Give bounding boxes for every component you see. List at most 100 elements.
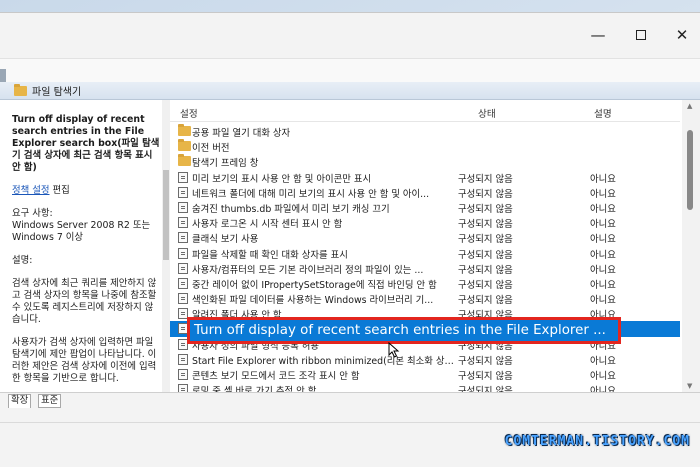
row-description: 아니요	[590, 234, 616, 246]
description-scrollbar[interactable]	[162, 100, 170, 392]
row-description: 아니요	[590, 279, 616, 291]
tab-standard[interactable]: 표준	[38, 394, 62, 408]
highlighted-selected-setting[interactable]: Turn off display of recent search entrie…	[187, 317, 621, 344]
table-row[interactable]: 네트워크 폴더에 대해 미리 보기의 표시 사용 안 함 및 아이... 구성되지…	[170, 185, 680, 200]
policy-setting-icon	[178, 186, 188, 198]
policy-setting-icon	[178, 353, 188, 365]
policy-setting-icon	[178, 217, 188, 229]
requirements-label: 요구 사항:	[12, 208, 53, 219]
row-state: 구성되지 않음	[458, 295, 513, 307]
settings-scroll-thumb[interactable]	[687, 130, 693, 210]
row-state: 구성되지 않음	[458, 219, 513, 231]
policy-settings-link[interactable]: 정책 설정	[12, 185, 49, 196]
folder-icon	[178, 124, 191, 136]
table-row[interactable]: 파일을 삭제할 때 확인 대화 상자를 표시 구성되지 않음 아니요	[170, 246, 680, 261]
row-description: 아니요	[590, 295, 616, 307]
table-row[interactable]: Start File Explorer with ribbon minimize…	[170, 352, 680, 367]
description-scroll-thumb[interactable]	[163, 170, 169, 260]
row-setting-name: Start File Explorer with ribbon minimize…	[192, 355, 454, 367]
table-row[interactable]: 미리 보기의 표시 사용 안 함 및 아이콘만 표시 구성되지 않음 아니요	[170, 170, 680, 185]
table-row[interactable]: 중간 레이어 없이 IPropertySetStorage에 직접 바인딩 안 …	[170, 276, 680, 291]
policy-setting-icon	[178, 171, 188, 183]
policy-edit-row: 정책 설정 편집	[12, 185, 161, 197]
row-state: 구성되지 않음	[458, 371, 513, 382]
table-row[interactable]: 콘텐츠 보기 모드에서 코드 조각 표시 안 함 구성되지 않음 아니요	[170, 367, 680, 382]
folder-title: 파일 탐색기	[32, 87, 82, 98]
table-row[interactable]: 클래식 보기 사용 구성되지 않음 아니요	[170, 230, 680, 245]
mouse-cursor-icon	[388, 342, 400, 358]
column-header-setting[interactable]: 설정	[180, 106, 198, 120]
policy-setting-icon	[178, 293, 188, 305]
row-setting-name: 이전 버전	[192, 143, 230, 155]
tab-extended[interactable]: 확장	[8, 394, 32, 408]
scroll-down-icon[interactable]: ▼	[687, 382, 692, 390]
row-setting-name: 파일을 삭제할 때 확인 대화 상자를 표시	[192, 249, 348, 261]
policy-content-area: 파일 탐색기 Turn off display of recent search…	[0, 82, 700, 392]
row-description: 아니요	[590, 386, 616, 392]
row-setting-name: 클래식 보기 사용	[192, 234, 259, 246]
column-header-description[interactable]: 설명	[594, 106, 612, 120]
policy-setting-icon	[178, 277, 188, 289]
table-row[interactable]: 공용 파일 열기 대화 상자	[170, 124, 680, 139]
row-setting-name: 색인화된 파일 데이터를 사용하는 Windows 라이브러리 기...	[192, 295, 434, 307]
maximize-icon	[636, 30, 646, 40]
policy-setting-icon	[178, 232, 188, 244]
folder-icon	[178, 139, 191, 152]
table-row[interactable]: 색인화된 파일 데이터를 사용하는 Windows 라이브러리 기... 구성되지…	[170, 291, 680, 306]
row-state: 구성되지 않음	[458, 173, 513, 185]
policy-setting-icon	[178, 384, 188, 392]
row-description: 아니요	[590, 371, 616, 382]
table-row[interactable]: 숨겨진 thumbs.db 파일에서 미리 보기 캐싱 끄기 구성되지 않음 아니요	[170, 200, 680, 215]
row-description: 아니요	[590, 188, 616, 200]
row-state: 구성되지 않음	[458, 386, 513, 392]
close-button[interactable]: ✕	[662, 19, 700, 51]
row-state: 구성되지 않음	[458, 355, 513, 367]
watermark: COMTERMAN.TISTORY.COM	[504, 434, 690, 449]
row-description: 아니요	[590, 203, 616, 215]
row-description: 아니요	[590, 355, 616, 367]
requirements-block: 요구 사항: Windows Server 2008 R2 또는 Windows…	[12, 208, 161, 244]
title-bar: — ✕	[0, 13, 700, 58]
row-state: 구성되지 않음	[458, 279, 513, 291]
column-header-state[interactable]: 상태	[478, 106, 496, 120]
row-setting-name: 사용자 로그온 시 시작 센터 표시 안 함	[192, 219, 343, 231]
row-description: 아니요	[590, 219, 616, 231]
row-state: 구성되지 않음	[458, 203, 513, 215]
table-row[interactable]: 탐색기 프레임 창	[170, 154, 680, 169]
requirements-value: Windows Server 2008 R2 또는 Windows 7 이상	[12, 220, 151, 243]
scroll-up-icon[interactable]: ▲	[687, 102, 692, 110]
row-setting-name: 중간 레이어 없이 IPropertySetStorage에 직접 바인딩 안 …	[192, 279, 437, 291]
policy-title: Turn off display of recent search entrie…	[12, 114, 160, 173]
policy-setting-icon	[178, 262, 188, 274]
folder-icon	[178, 154, 191, 167]
policy-description-pane: Turn off display of recent search entrie…	[0, 100, 170, 392]
description-paragraph-1: 검색 상자에 최근 쿼리를 제안하지 않고 검색 상자의 항목을 나중에 참조할…	[12, 278, 157, 325]
maximize-button[interactable]	[621, 19, 661, 51]
description-paragraph-2: 사용자가 검색 상자에 입력하면 파일 탐색기에 제안 팝업이 나타납니다. 이…	[12, 337, 157, 384]
minimize-button[interactable]: —	[578, 19, 618, 51]
table-row[interactable]: 사용자 로그온 시 시작 센터 표시 안 함 구성되지 않음 아니요	[170, 215, 680, 230]
row-description: 아니요	[590, 264, 616, 276]
policy-setting-icon	[178, 201, 188, 213]
table-row[interactable]: 이전 버전	[170, 139, 680, 154]
row-setting-name: 미리 보기의 표시 사용 안 함 및 아이콘만 표시	[192, 173, 372, 185]
row-description: 아니요	[590, 249, 616, 261]
policy-setting-icon	[178, 369, 188, 380]
folder-icon	[14, 83, 27, 96]
settings-scrollbar[interactable]: ▲ ▼	[682, 100, 700, 392]
close-icon: ✕	[675, 26, 689, 44]
row-state: 구성되지 않음	[458, 249, 513, 261]
row-state: 구성되지 않음	[458, 234, 513, 246]
row-state: 구성되지 않음	[458, 188, 513, 200]
edit-label: 편집	[52, 185, 70, 196]
settings-list: 공용 파일 열기 대화 상자이전 버전탐색기 프레임 창미리 보기의 표시 사용…	[170, 124, 680, 392]
row-setting-name: 공용 파일 열기 대화 상자	[192, 128, 291, 139]
row-state: 구성되지 않음	[458, 264, 513, 276]
table-row[interactable]: 로밍 중 셸 바로 가기 추적 안 함 구성되지 않음 아니요	[170, 382, 680, 392]
minimize-icon: —	[590, 26, 606, 44]
view-tabs: 확장 표준	[0, 392, 700, 422]
row-setting-name: 숨겨진 thumbs.db 파일에서 미리 보기 캐싱 끄기	[192, 203, 390, 215]
row-setting-name: 사용자/컴퓨터의 모든 기본 라이브러리 정의 파일이 있는 ...	[192, 264, 424, 276]
table-row[interactable]: 사용자/컴퓨터의 모든 기본 라이브러리 정의 파일이 있는 ... 구성되지 않…	[170, 261, 680, 276]
row-setting-name: 탐색기 프레임 창	[192, 158, 259, 170]
